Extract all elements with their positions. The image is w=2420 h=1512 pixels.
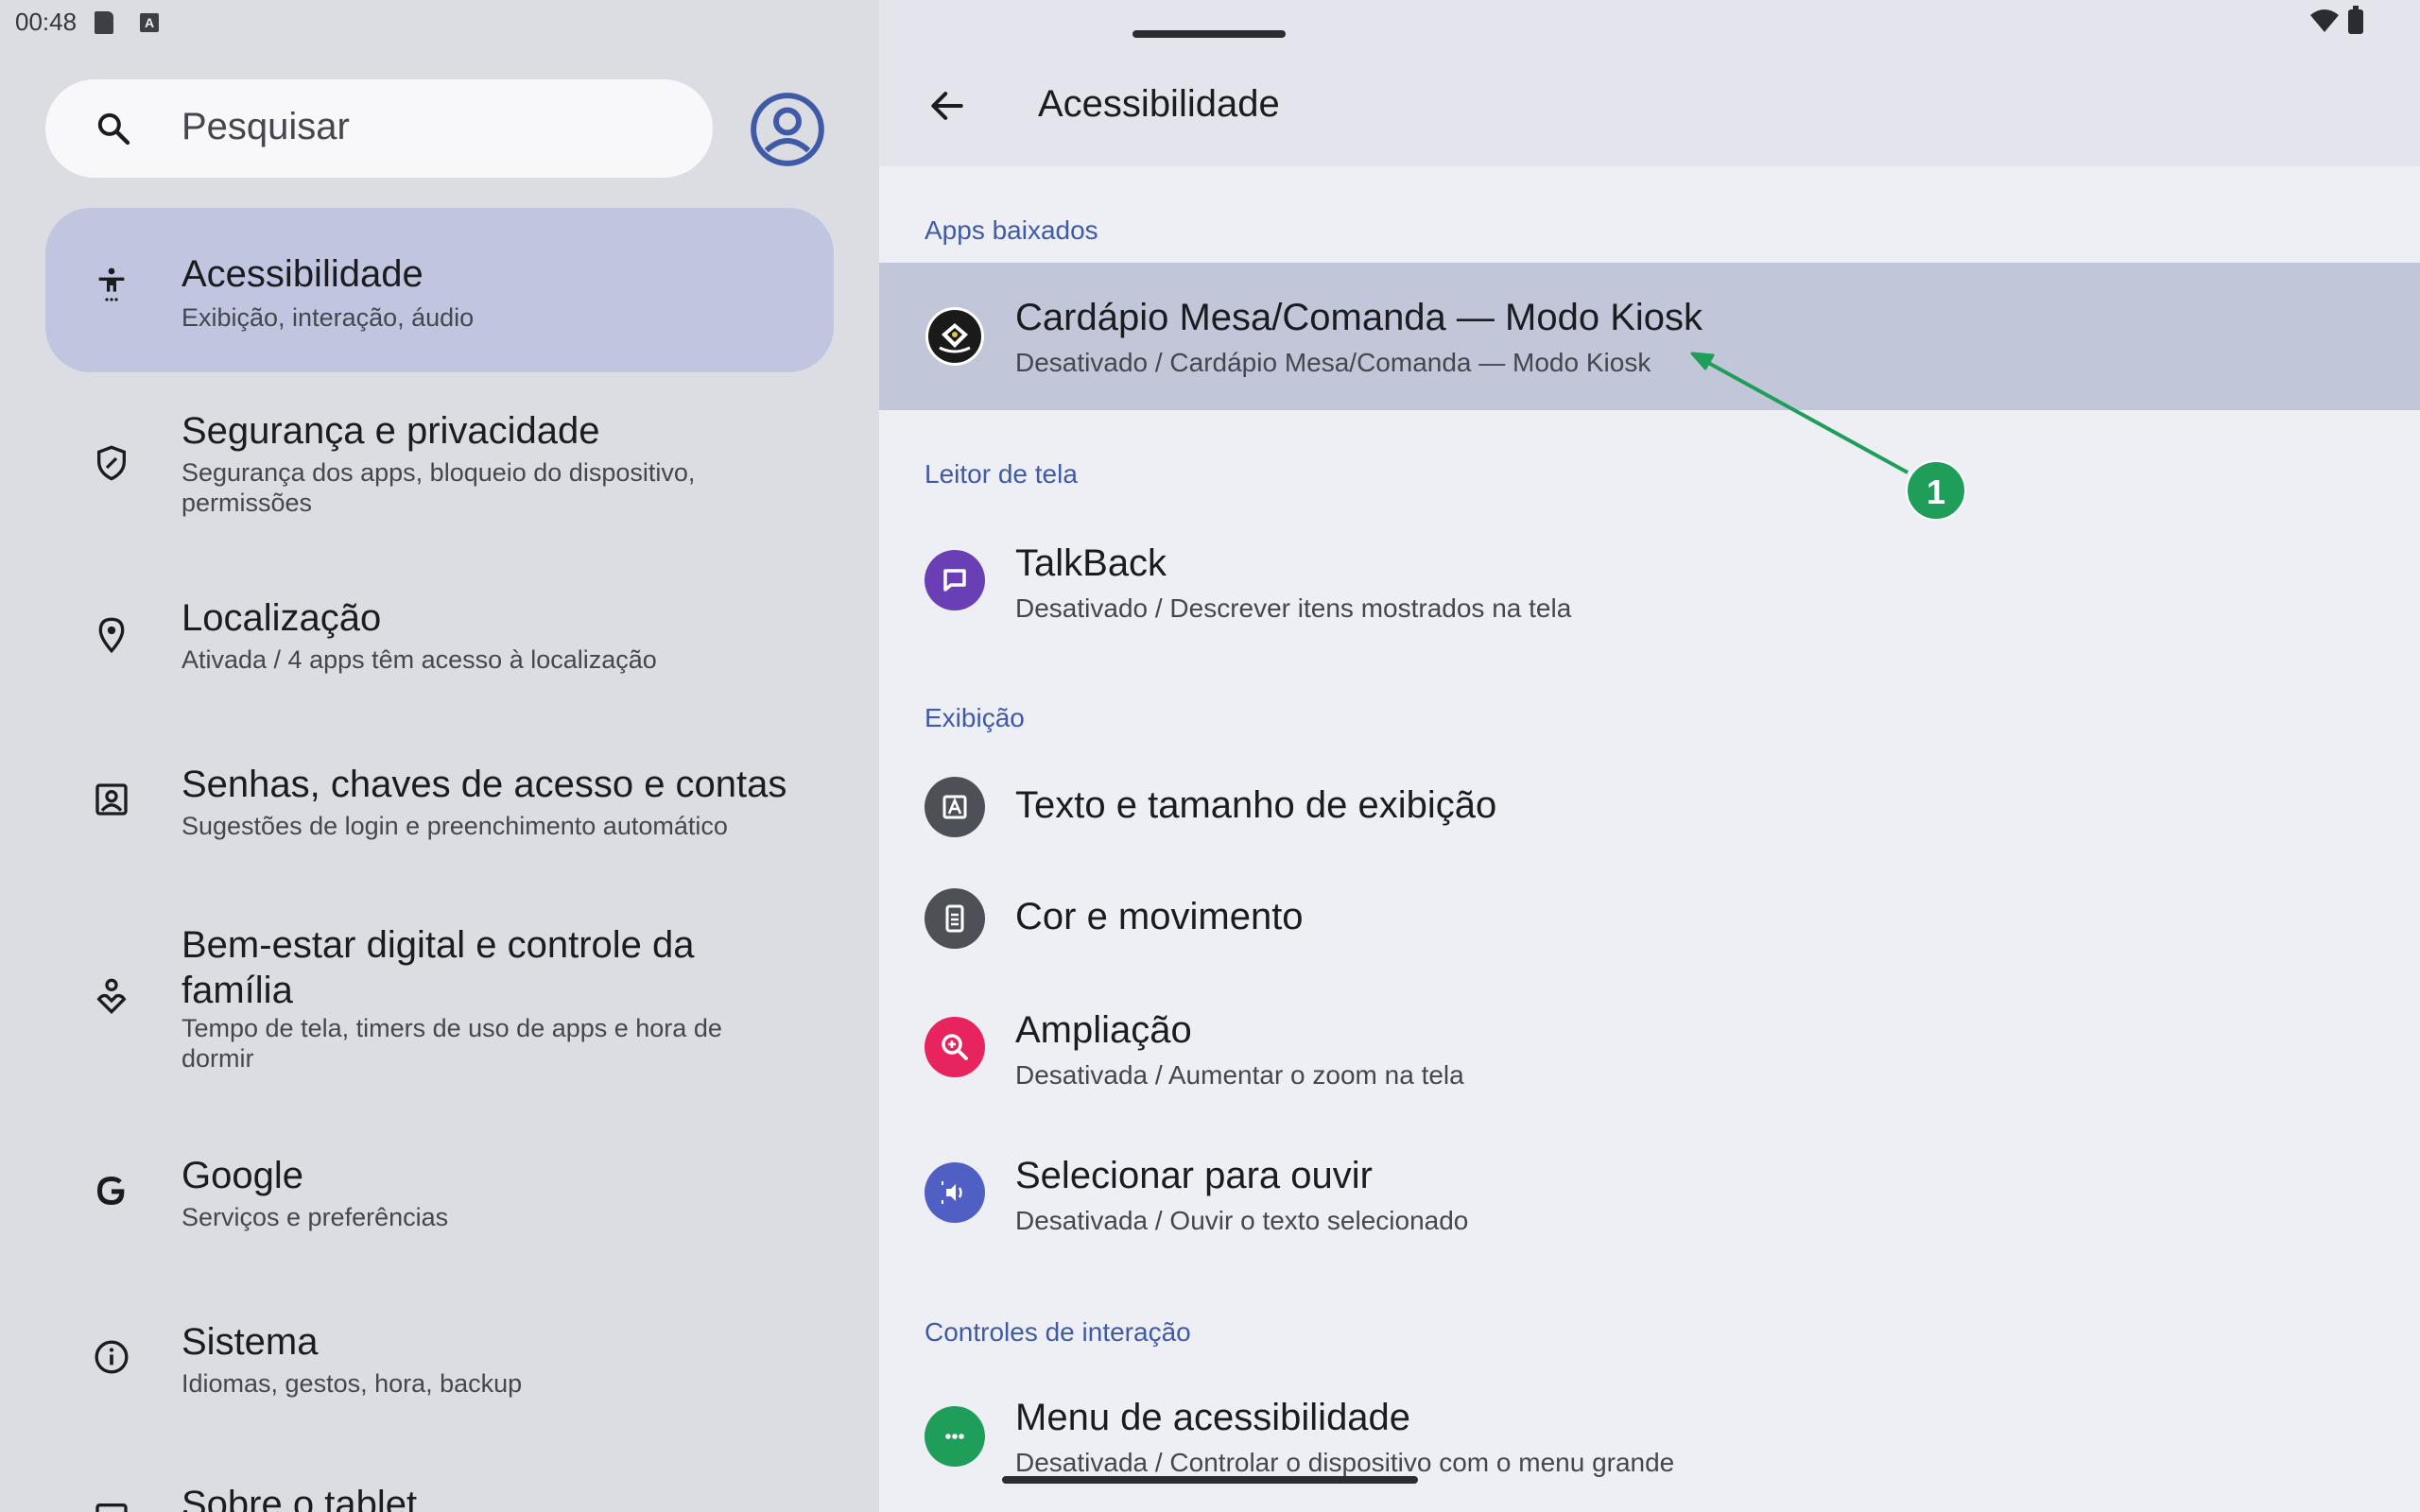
wellbeing-icon — [96, 978, 127, 1015]
sidebar-item-title: Bem-estar digital e controle da família — [182, 924, 695, 1011]
magnification-icon — [925, 1017, 985, 1077]
status-time: 00:48 — [15, 8, 78, 36]
sidebar-item-title: Sistema — [182, 1321, 319, 1363]
sidebar-item-subtitle: Exibição, interação, áudio — [182, 303, 475, 332]
wifi-icon — [2310, 9, 2339, 32]
sidebar-item-title: Senhas, chaves de acesso e contas — [182, 764, 787, 805]
talkback-icon — [925, 550, 985, 610]
window-handle[interactable] — [1132, 30, 1286, 38]
navigation-gesture-bar[interactable] — [1002, 1476, 1418, 1484]
sidebar-item-seguranca[interactable]: Segurança e privacidade Segurança dos ap… — [45, 397, 834, 539]
row-title: Ampliação — [1015, 1009, 1192, 1051]
row-title: Cardápio Mesa/Comanda — Modo Kiosk — [1015, 297, 1703, 338]
select-to-speak-icon — [925, 1162, 985, 1223]
sd-card-icon — [95, 11, 113, 34]
location-pin-icon — [98, 617, 125, 654]
shield-icon — [97, 445, 126, 481]
text-size-row[interactable]: Texto e tamanho de exibição — [879, 756, 2420, 860]
sidebar-item-title: Sobre o tablet — [182, 1484, 418, 1512]
sidebar-item-bem-estar[interactable]: Bem-estar digital e controle da família … — [45, 913, 834, 1083]
account-box-icon — [95, 783, 128, 816]
tablet-icon — [95, 1503, 128, 1512]
accessibility-menu-row[interactable]: Menu de acessibilidade Desativada / Cont… — [879, 1366, 2420, 1512]
sidebar-item-sobre-tablet[interactable]: Sobre o tablet — [45, 1474, 834, 1512]
sidebar-item-title: Acessibilidade — [182, 253, 424, 295]
sidebar-item-subtitle: Segurança dos apps, bloqueio do disposit… — [182, 458, 696, 517]
sidebar-item-subtitle: Tempo de tela, timers de uso de apps e h… — [182, 1014, 722, 1073]
back-arrow-icon[interactable] — [926, 85, 968, 127]
color-motion-row[interactable]: Cor e movimento — [879, 868, 2420, 971]
sidebar-item-title: Google — [182, 1155, 303, 1196]
section-header-controles-de-interacao: Controles de interação — [925, 1317, 1191, 1347]
settings-sidebar: Pesquisar Acessibilidade Exibição, inter… — [0, 0, 879, 1512]
row-title: Cor e movimento — [1015, 896, 1304, 937]
sidebar-item-sistema[interactable]: Sistema Idiomas, gestos, hora, backup — [45, 1312, 834, 1425]
sidebar-item-subtitle: Ativada / 4 apps têm acesso à localizaçã… — [182, 645, 657, 674]
battery-icon — [2348, 6, 2363, 34]
page-title: Acessibilidade — [1038, 83, 1280, 125]
accessibility-menu-icon — [925, 1406, 985, 1467]
row-title: TalkBack — [1015, 542, 1167, 584]
text-size-icon — [925, 777, 985, 837]
section-header-leitor-de-tela: Leitor de tela — [925, 459, 1078, 489]
google-icon — [97, 1177, 125, 1205]
row-subtitle: Desativada / Ouvir o texto selecionado — [1015, 1206, 1469, 1235]
row-subtitle: Desativado / Cardápio Mesa/Comanda — Mod… — [1015, 348, 1651, 377]
keyboard-indicator-icon: A — [140, 13, 159, 32]
info-icon — [95, 1340, 129, 1374]
magnification-row[interactable]: Ampliação Desativada / Aumentar o zoom n… — [879, 983, 2420, 1115]
accessibility-page: Acessibilidade Apps baixados Cardápio Me… — [879, 0, 2420, 1512]
kiosk-app-row[interactable]: Cardápio Mesa/Comanda — Modo Kiosk Desat… — [879, 263, 2420, 410]
accessibility-icon — [98, 267, 125, 301]
sidebar-item-subtitle: Idiomas, gestos, hora, backup — [182, 1369, 523, 1398]
sidebar-item-acessibilidade[interactable]: Acessibilidade Exibição, interação, áudi… — [45, 208, 834, 372]
kiosk-app-icon — [925, 307, 984, 366]
sidebar-item-title: Segurança e privacidade — [182, 410, 600, 452]
section-header-exibicao: Exibição — [925, 703, 1025, 732]
row-subtitle: Desativada / Aumentar o zoom na tela — [1015, 1060, 1464, 1090]
annotation-badge: 1 — [1906, 460, 1966, 521]
row-title: Selecionar para ouvir — [1015, 1155, 1373, 1196]
status-bar: 00:48 A — [0, 0, 2420, 45]
sidebar-item-title: Localização — [182, 597, 382, 639]
sidebar-item-subtitle: Sugestões de login e preenchimento autom… — [182, 812, 728, 840]
section-header-apps-baixados: Apps baixados — [925, 215, 1098, 245]
row-subtitle: Desativada / Controlar o dispositivo com… — [1015, 1448, 1675, 1477]
sidebar-item-localizacao[interactable]: Localização Ativada / 4 apps têm acesso … — [45, 586, 834, 699]
row-subtitle: Desativado / Descrever itens mostrados n… — [1015, 593, 1572, 623]
account-circle-icon[interactable] — [749, 91, 826, 168]
sidebar-item-google[interactable]: Google Serviços e preferências — [45, 1145, 834, 1259]
search-icon — [97, 112, 130, 146]
search-input[interactable]: Pesquisar — [182, 106, 350, 148]
row-title: Texto e tamanho de exibição — [1015, 784, 1497, 826]
row-title: Menu de acessibilidade — [1015, 1397, 1411, 1438]
color-motion-icon — [925, 888, 985, 949]
sidebar-item-senhas[interactable]: Senhas, chaves de acesso e contas Sugest… — [45, 752, 834, 866]
select-to-speak-row[interactable]: Selecionar para ouvir Desativada / Ouvir… — [879, 1128, 2420, 1261]
talkback-row[interactable]: TalkBack Desativado / Descrever itens mo… — [879, 510, 2420, 652]
sidebar-item-subtitle: Serviços e preferências — [182, 1203, 449, 1231]
search-bar[interactable]: Pesquisar — [45, 79, 713, 178]
